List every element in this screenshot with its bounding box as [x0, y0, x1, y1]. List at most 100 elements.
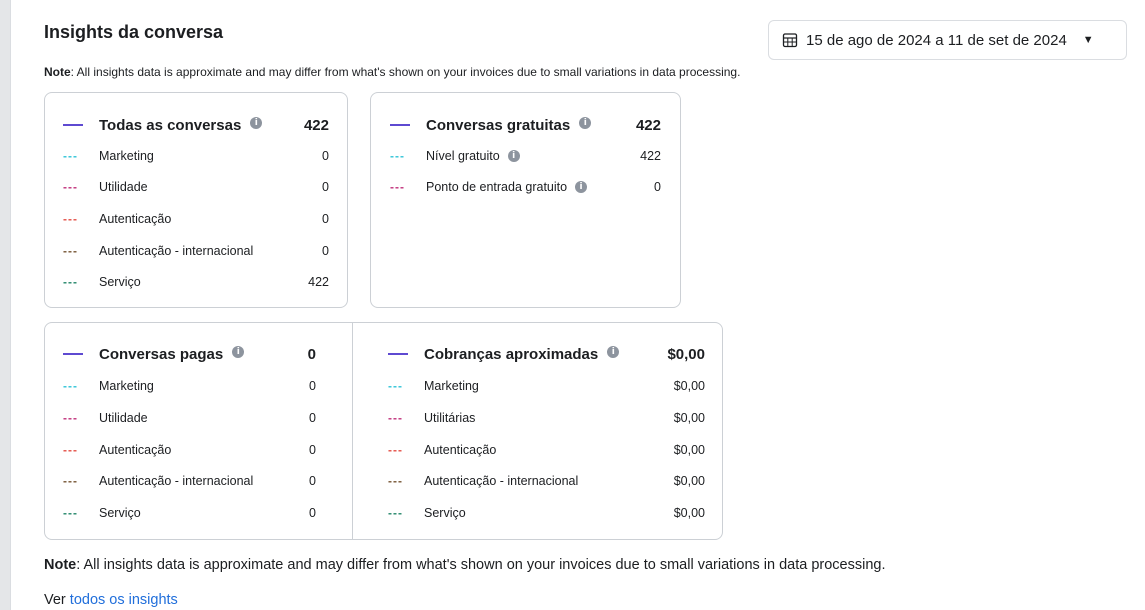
row-value: 0 [309, 474, 316, 488]
row-value: $0,00 [673, 506, 705, 520]
page-title: Insights da conversa [44, 22, 224, 42]
row-label: Marketing [99, 149, 154, 163]
row-value: $0,00 [673, 379, 705, 393]
dash-icon: --- [63, 244, 78, 258]
dash-icon: --- [63, 379, 78, 393]
list-item: --- Utilidade 0 [63, 408, 316, 428]
card-header: Todas as conversas i 422 [63, 115, 329, 135]
row-value: 422 [308, 275, 329, 289]
list-item: --- Marketing $0,00 [388, 376, 705, 396]
list-item: --- Autenticação $0,00 [388, 440, 705, 460]
list-item: --- Ponto de entrada gratuito i 0 [390, 177, 661, 197]
note-label: Note [44, 65, 71, 79]
see-all-insights: Ver todos os insights [44, 592, 178, 608]
row-value: $0,00 [673, 443, 705, 457]
card-title: Conversas pagas [99, 345, 224, 363]
row-label: Autenticação [99, 212, 172, 226]
note-label: Note [44, 557, 77, 573]
dash-icon: --- [63, 474, 78, 488]
series-line [390, 124, 410, 126]
list-item: --- Autenticação 0 [63, 209, 329, 229]
list-item: --- Marketing 0 [63, 376, 316, 396]
dash-icon: --- [63, 275, 78, 289]
row-label: Utilidade [99, 180, 148, 194]
list-item: --- Autenticação - internacional 0 [63, 471, 316, 491]
list-item: --- Serviço 422 [63, 272, 329, 292]
dash-icon: --- [388, 474, 403, 488]
date-range-label: 15 de ago de 2024 a 11 de set de 2024 [806, 31, 1067, 49]
list-item: --- Utilidade 0 [63, 177, 329, 197]
row-value: $0,00 [673, 474, 705, 488]
row-label: Autenticação - internacional [99, 474, 254, 488]
info-icon[interactable]: i [575, 181, 588, 193]
calendar-icon [782, 33, 798, 48]
dash-icon: --- [63, 411, 78, 425]
info-icon[interactable]: i [232, 346, 245, 358]
row-label: Serviço [99, 275, 141, 289]
row-value: 422 [640, 149, 661, 163]
row-value: 0 [322, 149, 329, 163]
see-all-insights-link[interactable]: todos os insights [70, 592, 178, 608]
card-total: 422 [635, 116, 661, 134]
row-label: Marketing [424, 379, 479, 393]
list-item: --- Serviço 0 [63, 503, 316, 523]
row-label: Autenticação [99, 443, 172, 457]
row-value: $0,00 [673, 411, 705, 425]
card-pagas-cobrancas: Conversas pagas i 0 --- Marketing 0 --- U… [44, 322, 723, 540]
caret-down-icon: ▼ [1082, 34, 1094, 46]
list-item: --- Marketing 0 [63, 146, 329, 166]
card-total: $0,00 [667, 345, 705, 363]
dash-icon: --- [390, 149, 405, 163]
list-item: --- Autenticação - internacional 0 [63, 241, 329, 261]
row-value: 0 [322, 244, 329, 258]
info-icon[interactable]: i [607, 346, 620, 358]
list-item: --- Utilitárias $0,00 [388, 408, 705, 428]
row-value: 0 [654, 180, 661, 194]
dash-icon: --- [63, 443, 78, 457]
dash-icon: --- [388, 411, 403, 425]
card-header: Cobranças aproximadas i $0,00 [388, 344, 705, 364]
info-icon[interactable]: i [507, 150, 520, 162]
card-header: Conversas gratuitas i 422 [390, 115, 661, 135]
dash-icon: --- [388, 506, 403, 520]
row-label: Autenticação - internacional [99, 244, 254, 258]
card-divider [352, 323, 353, 539]
list-item: --- Autenticação 0 [63, 440, 316, 460]
card-total: 422 [303, 116, 329, 134]
date-range-picker[interactable]: 15 de ago de 2024 a 11 de set de 2024 ▼ [768, 20, 1127, 60]
row-label: Serviço [424, 506, 466, 520]
row-value: 0 [322, 180, 329, 194]
series-line [388, 353, 408, 355]
row-value: 0 [309, 506, 316, 520]
card-title: Conversas gratuitas [426, 116, 571, 134]
info-icon[interactable]: i [250, 117, 263, 129]
list-item: --- Nível gratuito i 422 [390, 146, 661, 166]
series-line [63, 353, 83, 355]
card-total: 0 [307, 345, 316, 363]
dash-icon: --- [390, 180, 405, 194]
dash-icon: --- [63, 149, 78, 163]
row-value: 0 [309, 379, 316, 393]
dash-icon: --- [63, 212, 78, 226]
row-label: Marketing [99, 379, 154, 393]
row-value: 0 [309, 411, 316, 425]
row-label: Nível gratuito [426, 149, 500, 163]
row-label: Ponto de entrada gratuito [426, 180, 568, 194]
dash-icon: --- [63, 180, 78, 194]
row-value: 0 [322, 212, 329, 226]
card-header: Conversas pagas i 0 [63, 344, 316, 364]
card-todas-conversas: Todas as conversas i 422 --- Marketing 0 … [44, 92, 348, 308]
dash-icon: --- [388, 443, 403, 457]
note-text: : All insights data is approximate and m… [76, 557, 886, 573]
row-label: Utilitárias [424, 411, 476, 425]
info-icon[interactable]: i [579, 117, 592, 129]
note-bottom: Note: All insights data is approximate a… [44, 557, 886, 573]
card-title: Cobranças aproximadas [424, 345, 599, 363]
card-conversas-gratuitas: Conversas gratuitas i 422 --- Nível gratu… [370, 92, 681, 308]
list-item: --- Autenticação - internacional $0,00 [388, 471, 705, 491]
row-label: Autenticação - internacional [424, 474, 579, 488]
insights-panel: Insights da conversa 15 de ago de 2024 a… [10, 0, 1145, 610]
list-item: --- Serviço $0,00 [388, 503, 705, 523]
row-label: Autenticação [424, 443, 497, 457]
row-label: Utilidade [99, 411, 148, 425]
